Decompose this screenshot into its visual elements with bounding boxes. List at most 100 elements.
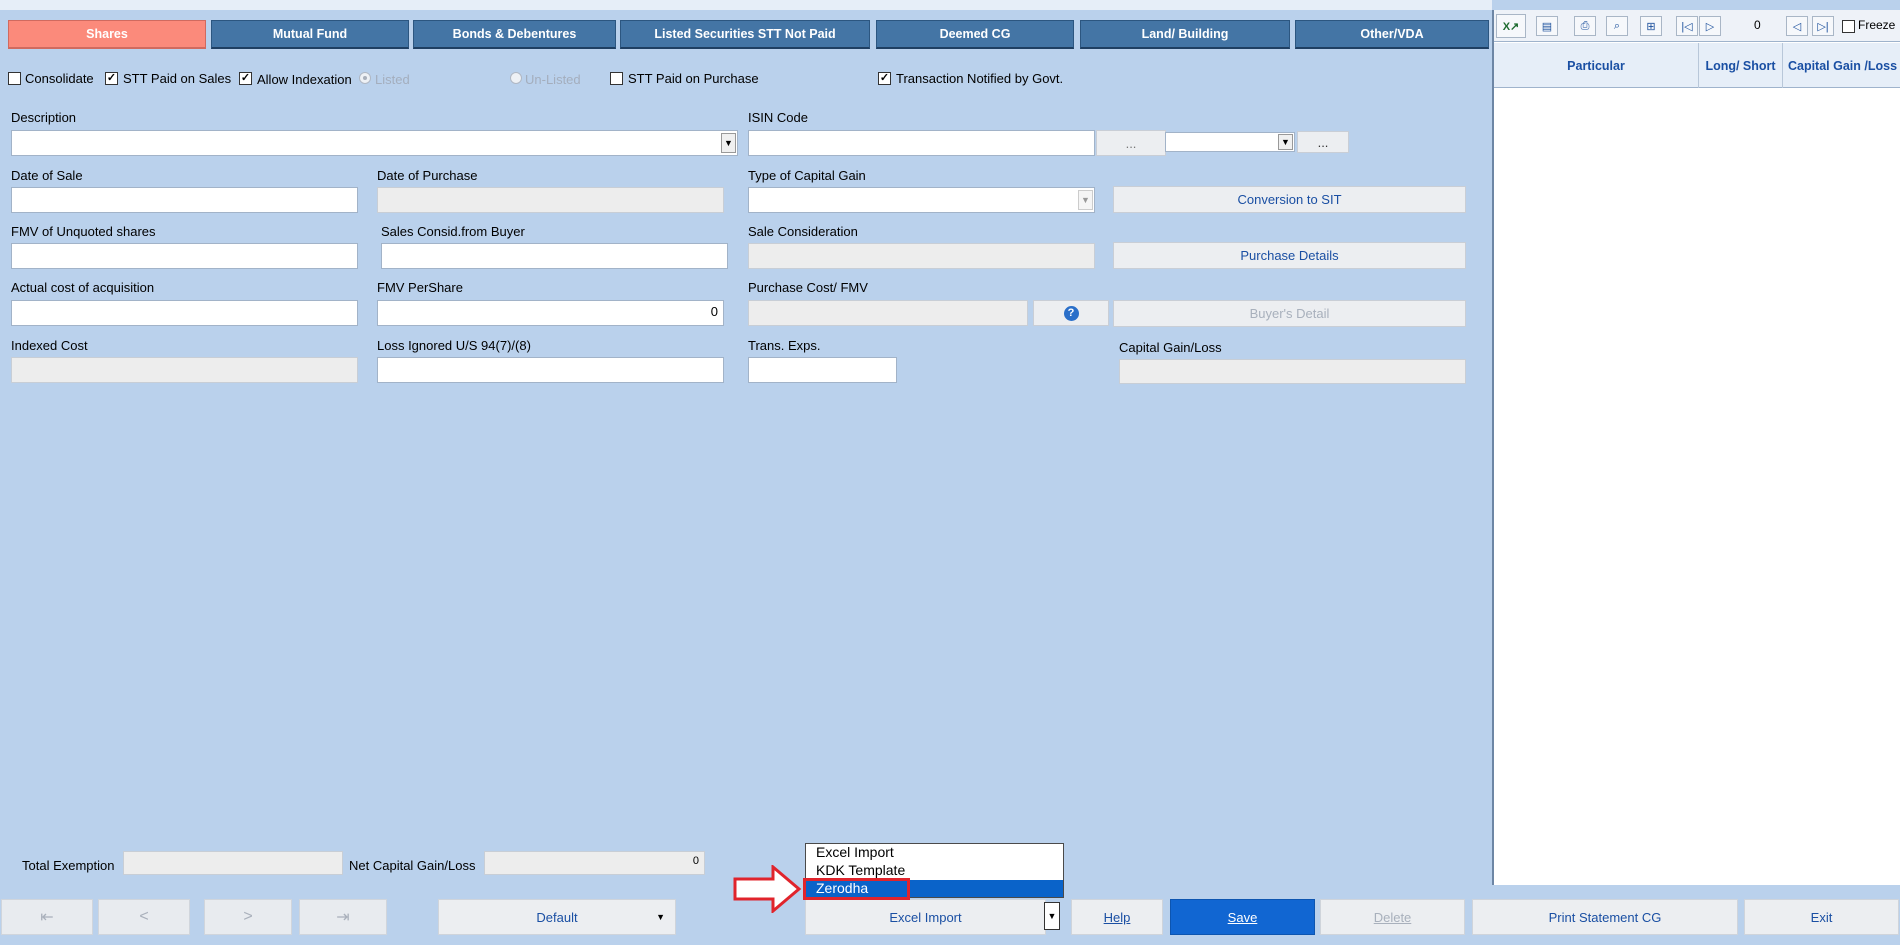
indexed-cost-label: Indexed Cost bbox=[11, 338, 88, 353]
stt-paid-on-sales-checkbox[interactable]: ✓ bbox=[105, 72, 118, 85]
sale-consideration-label: Sale Consideration bbox=[748, 224, 858, 239]
trans-exps-input[interactable] bbox=[748, 357, 897, 383]
default-select-value: Default bbox=[536, 909, 578, 925]
isin-secondary-browse-button[interactable]: ... bbox=[1297, 131, 1349, 153]
purchase-cost-fmv-label: Purchase Cost/ FMV bbox=[748, 280, 868, 295]
tab-bonds-debentures[interactable]: Bonds & Debentures bbox=[413, 20, 616, 49]
description-label: Description bbox=[11, 110, 77, 125]
consolidate-checkbox[interactable] bbox=[8, 72, 21, 85]
chevron-down-icon[interactable]: ▼ bbox=[1078, 190, 1093, 210]
save-button[interactable]: Save bbox=[1170, 899, 1315, 935]
chevron-down-icon[interactable]: ▼ bbox=[1278, 134, 1293, 150]
isin-code-input[interactable] bbox=[748, 130, 1095, 156]
column-header-particular[interactable]: Particular bbox=[1494, 43, 1699, 88]
column-header-long-short[interactable]: Long/ Short bbox=[1699, 43, 1783, 88]
hierarchy-icon[interactable]: ⊞ bbox=[1640, 16, 1662, 36]
help-circle-icon: ? bbox=[1063, 305, 1079, 321]
import-select[interactable]: Excel Import bbox=[805, 899, 1046, 935]
print-statement-button[interactable]: Print Statement CG bbox=[1472, 899, 1738, 935]
next-record-button[interactable]: > bbox=[204, 899, 292, 935]
purchase-cost-help-button[interactable]: ? bbox=[1033, 300, 1109, 326]
isin-secondary-select[interactable]: ▼ bbox=[1165, 132, 1295, 152]
stt-paid-on-sales-label: STT Paid on Sales bbox=[123, 71, 232, 86]
top-border bbox=[0, 0, 1492, 10]
trans-exps-label: Trans. Exps. bbox=[748, 338, 821, 353]
conversion-to-sit-button[interactable]: Conversion to SIT bbox=[1113, 186, 1466, 213]
tab-deemed-cg[interactable]: Deemed CG bbox=[876, 20, 1074, 49]
capital-gain-loss-input[interactable] bbox=[1119, 359, 1466, 384]
consolidate-label: Consolidate bbox=[25, 71, 94, 86]
net-capital-gain-input[interactable]: 0 bbox=[484, 851, 705, 875]
allow-indexation-checkbox[interactable]: ✓ bbox=[239, 72, 252, 85]
tab-mutual-fund[interactable]: Mutual Fund bbox=[211, 20, 409, 49]
delete-button[interactable]: Delete bbox=[1320, 899, 1465, 935]
last-page-icon[interactable]: ▷| bbox=[1812, 16, 1834, 36]
isin-browse-button[interactable]: ... bbox=[1096, 130, 1166, 156]
exit-button[interactable]: Exit bbox=[1744, 899, 1899, 935]
annotation-arrow-icon bbox=[733, 865, 802, 913]
record-counter: 0 bbox=[1754, 18, 1761, 32]
fmv-unquoted-input[interactable] bbox=[11, 243, 358, 269]
buyers-detail-button[interactable]: Buyer's Detail bbox=[1113, 300, 1466, 327]
first-record-icon[interactable]: |◁ bbox=[1676, 16, 1698, 36]
chevron-down-icon[interactable]: ▼ bbox=[656, 912, 665, 922]
transaction-notified-label: Transaction Notified by Govt. bbox=[896, 71, 1064, 86]
actual-cost-label: Actual cost of acquisition bbox=[11, 280, 155, 295]
type-of-capital-gain-select[interactable]: ▼ bbox=[748, 187, 1095, 213]
listed-label: Listed bbox=[375, 72, 410, 87]
dropdown-item-excel-import[interactable]: Excel Import bbox=[806, 844, 1063, 861]
grid-toolbar: X↗ ▤ ⎙ ⌕ ⊞ |◁ ▷ 0 ◁ ▷| Freeze bbox=[1494, 10, 1900, 42]
sales-consid-buyer-label: Sales Consid.from Buyer bbox=[381, 224, 525, 239]
freeze-checkbox[interactable] bbox=[1842, 20, 1855, 33]
loss-ignored-label: Loss Ignored U/S 94(7)/(8) bbox=[377, 338, 531, 353]
search-icon[interactable]: ⌕ bbox=[1606, 16, 1628, 36]
date-of-purchase-input[interactable] bbox=[377, 187, 724, 213]
capital-gain-loss-label: Capital Gain/Loss bbox=[1119, 340, 1222, 355]
last-record-button[interactable]: ⇥ bbox=[299, 899, 387, 935]
excel-export-icon[interactable]: X↗ bbox=[1496, 14, 1526, 38]
sales-consid-buyer-input[interactable] bbox=[381, 243, 728, 269]
indexed-cost-input[interactable] bbox=[11, 357, 358, 383]
capital-gain-grid-pane: X↗ ▤ ⎙ ⌕ ⊞ |◁ ▷ 0 ◁ ▷| Freeze Particular… bbox=[1492, 10, 1900, 885]
description-select[interactable]: ▼ bbox=[11, 130, 738, 156]
previous-record-button[interactable]: < bbox=[98, 899, 190, 935]
prev-page-icon[interactable]: ◁ bbox=[1786, 16, 1808, 36]
unlisted-label: Un-Listed bbox=[525, 72, 581, 87]
net-capital-gain-label: Net Capital Gain/Loss bbox=[349, 858, 476, 873]
purchase-cost-fmv-input[interactable] bbox=[748, 300, 1028, 326]
column-header-capital-gain-loss[interactable]: Capital Gain /Loss bbox=[1783, 43, 1900, 88]
chevron-down-icon[interactable]: ▼ bbox=[721, 133, 736, 153]
fmv-unquoted-label: FMV of Unquoted shares bbox=[11, 224, 156, 239]
tab-other-vda[interactable]: Other/VDA bbox=[1295, 20, 1489, 49]
tab-listed-stt-not-paid[interactable]: Listed Securities STT Not Paid bbox=[620, 20, 870, 49]
type-of-capital-gain-label: Type of Capital Gain bbox=[748, 168, 866, 183]
unlisted-radio[interactable] bbox=[510, 72, 522, 84]
default-select[interactable]: Default ▼ bbox=[438, 899, 676, 935]
tab-strip: Shares Mutual Fund Bonds & Debentures Li… bbox=[0, 0, 1492, 52]
total-exemption-input[interactable] bbox=[123, 851, 343, 875]
import-select-value: Excel Import bbox=[889, 909, 962, 925]
purchase-details-button[interactable]: Purchase Details bbox=[1113, 242, 1466, 269]
fmv-per-share-input[interactable]: 0 bbox=[377, 300, 724, 326]
listed-radio[interactable] bbox=[359, 72, 371, 84]
date-of-sale-label: Date of Sale bbox=[11, 168, 83, 183]
actual-cost-input[interactable] bbox=[11, 300, 358, 326]
dropdown-item-kdk-template[interactable]: KDK Template bbox=[806, 862, 1063, 879]
sale-consideration-input[interactable] bbox=[748, 243, 1095, 269]
freeze-label: Freeze bbox=[1858, 18, 1896, 32]
csv-export-icon[interactable]: ▤ bbox=[1536, 16, 1558, 36]
isin-code-label: ISIN Code bbox=[748, 110, 808, 125]
loss-ignored-input[interactable] bbox=[377, 357, 724, 383]
annotation-highlight-box bbox=[803, 878, 910, 900]
tab-shares[interactable]: Shares bbox=[8, 20, 206, 49]
chevron-down-icon[interactable]: ▼ bbox=[1044, 902, 1060, 930]
transaction-notified-checkbox[interactable]: ✓ bbox=[878, 72, 891, 85]
prev-record-icon[interactable]: ▷ bbox=[1699, 16, 1721, 36]
total-exemption-label: Total Exemption bbox=[22, 858, 115, 873]
tab-land-building[interactable]: Land/ Building bbox=[1080, 20, 1290, 49]
first-record-button[interactable]: ⇤ bbox=[1, 899, 93, 935]
print-icon[interactable]: ⎙ bbox=[1574, 16, 1596, 36]
date-of-sale-input[interactable] bbox=[11, 187, 358, 213]
stt-paid-on-purchase-checkbox[interactable] bbox=[610, 72, 623, 85]
help-button[interactable]: Help bbox=[1071, 899, 1163, 935]
